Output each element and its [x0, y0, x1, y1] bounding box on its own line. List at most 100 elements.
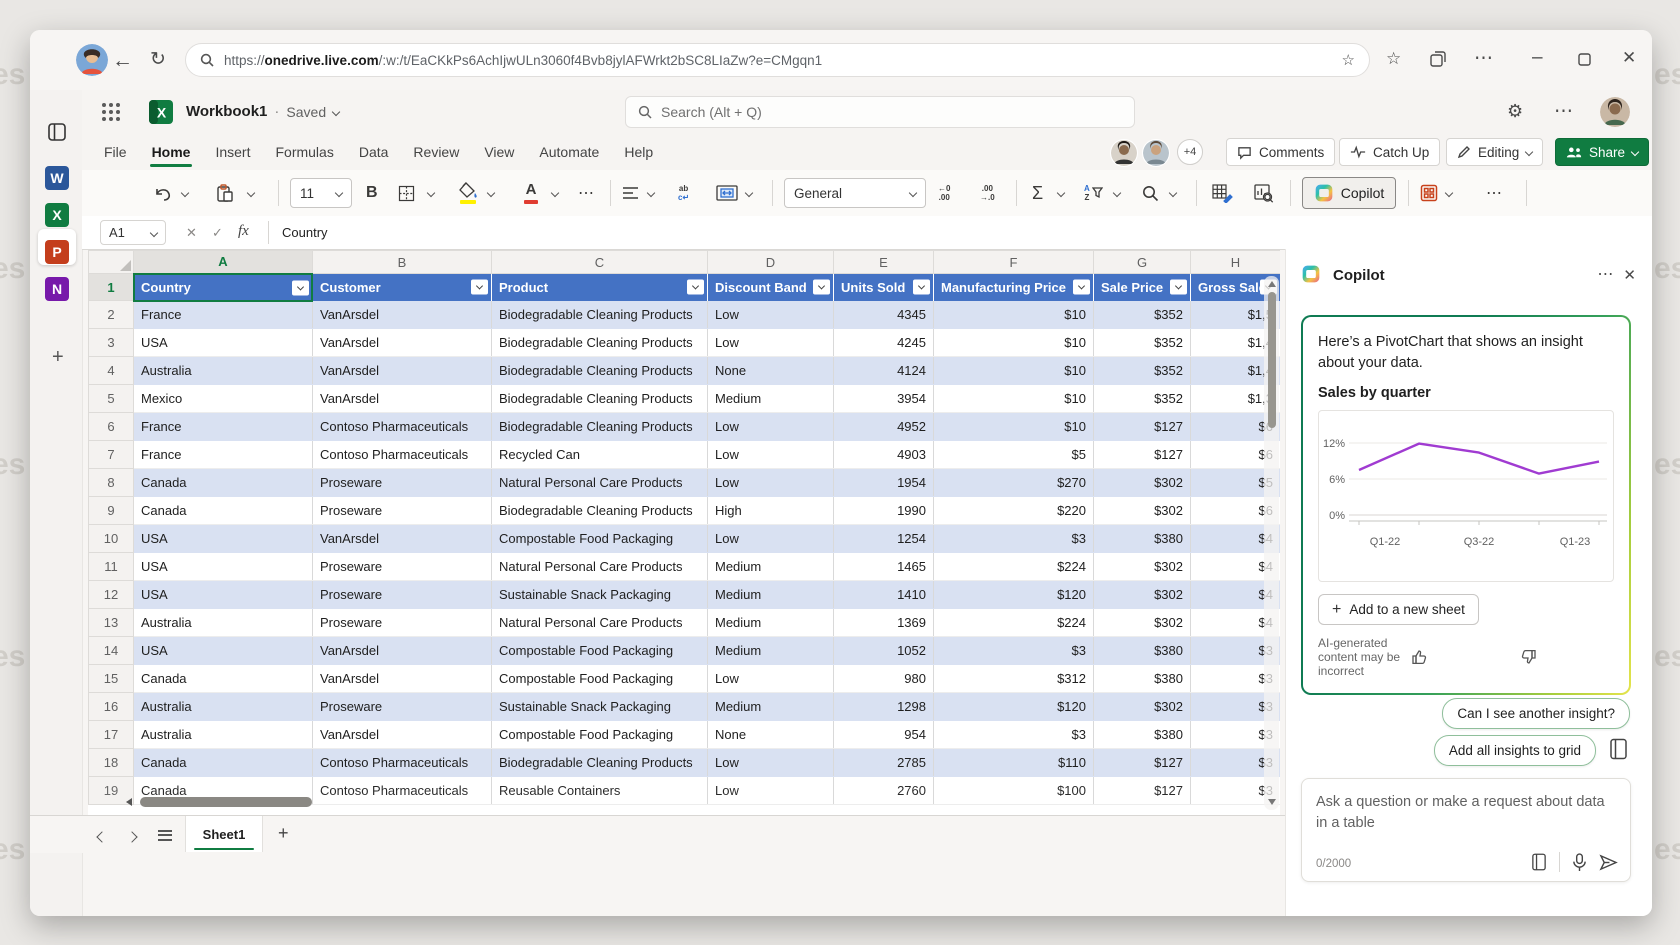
cell[interactable]: Compostable Food Packaging	[492, 721, 708, 749]
merge-center-button[interactable]	[716, 170, 738, 216]
table-header-cell[interactable]: Customer	[313, 274, 492, 301]
row-header-8[interactable]: 8	[89, 469, 134, 497]
workbook-title[interactable]: Workbook1	[186, 103, 267, 120]
cancel-entry-icon[interactable]: ✕	[186, 225, 197, 241]
row-header-15[interactable]: 15	[89, 665, 134, 693]
cell[interactable]: Reusable Containers	[492, 777, 708, 805]
cell[interactable]: Biodegradable Cleaning Products	[492, 385, 708, 413]
cell[interactable]: France	[134, 441, 313, 469]
tab-help[interactable]: Help	[622, 137, 655, 167]
tab-review[interactable]: Review	[411, 137, 461, 167]
cell[interactable]: 1052	[834, 637, 934, 665]
cell[interactable]: Biodegradable Cleaning Products	[492, 301, 708, 329]
cell[interactable]: 1465	[834, 553, 934, 581]
previous-sheet-icon[interactable]	[98, 828, 106, 846]
cell[interactable]: Biodegradable Cleaning Products	[492, 329, 708, 357]
autosum-chevron-icon[interactable]	[1058, 170, 1064, 216]
cell[interactable]: Canada	[134, 749, 313, 777]
cell[interactable]: Medium	[708, 385, 834, 413]
vertical-scrollbar[interactable]	[1264, 276, 1279, 810]
cell[interactable]: Low	[708, 749, 834, 777]
column-header-E[interactable]: E	[834, 251, 934, 274]
tab-automate[interactable]: Automate	[537, 137, 601, 167]
tab-formulas[interactable]: Formulas	[273, 137, 335, 167]
autosum-button[interactable]: Σ	[1032, 170, 1043, 216]
cell[interactable]: Biodegradable Cleaning Products	[492, 357, 708, 385]
cell[interactable]: $224	[934, 609, 1094, 637]
cell[interactable]: Compostable Food Packaging	[492, 525, 708, 553]
next-sheet-icon[interactable]	[128, 828, 136, 846]
scroll-down-arrow-icon[interactable]	[1268, 799, 1276, 805]
thumbs-down-icon[interactable]	[1521, 649, 1614, 665]
cell[interactable]: $10	[934, 329, 1094, 357]
row-header-13[interactable]: 13	[89, 609, 134, 637]
tab-data[interactable]: Data	[357, 137, 391, 167]
row-header-12[interactable]: 12	[89, 581, 134, 609]
cell[interactable]: None	[708, 721, 834, 749]
cell[interactable]: $302	[1094, 497, 1191, 525]
cell[interactable]: Contoso Pharmaceuticals	[313, 749, 492, 777]
toolbar-more-icon[interactable]: ⋯	[1486, 170, 1503, 216]
horizontal-scrollbar[interactable]	[126, 796, 366, 808]
sheet-tab-active[interactable]: Sheet1	[185, 816, 263, 852]
cell[interactable]: $302	[1094, 693, 1191, 721]
cell[interactable]: 4124	[834, 357, 934, 385]
filter-button[interactable]	[813, 280, 830, 295]
window-close-button[interactable]: ✕	[1622, 49, 1636, 66]
row-header-11[interactable]: 11	[89, 553, 134, 581]
number-format-select[interactable]: General	[784, 178, 926, 208]
table-row[interactable]: 15CanadaVanArsdelCompostable Food Packag…	[89, 665, 1281, 693]
cell[interactable]: $302	[1094, 469, 1191, 497]
account-avatar[interactable]	[1600, 97, 1630, 127]
cell[interactable]: VanArsdel	[313, 385, 492, 413]
row-header-7[interactable]: 7	[89, 441, 134, 469]
cell[interactable]: $127	[1094, 749, 1191, 777]
column-header-G[interactable]: G	[1094, 251, 1191, 274]
sort-filter-button[interactable]: AZ	[1084, 170, 1103, 216]
copilot-ribbon-button[interactable]: Copilot	[1302, 177, 1396, 209]
format-as-table-button[interactable]	[1420, 170, 1438, 216]
cell[interactable]: USA	[134, 525, 313, 553]
cell[interactable]: VanArsdel	[313, 329, 492, 357]
save-status[interactable]: Saved	[286, 104, 326, 120]
cell[interactable]: $302	[1094, 609, 1191, 637]
favorites-icon[interactable]: ☆	[1386, 50, 1401, 67]
undo-button[interactable]	[154, 170, 172, 216]
save-status-chevron-icon[interactable]	[332, 107, 340, 115]
rail-item-word[interactable]: W	[45, 166, 69, 190]
font-color-chevron-icon[interactable]	[552, 170, 558, 216]
cell[interactable]: $3	[934, 721, 1094, 749]
cell[interactable]: Medium	[708, 581, 834, 609]
table-row[interactable]: 14USAVanArsdelCompostable Food Packaging…	[89, 637, 1281, 665]
rail-sidebar-icon[interactable]	[47, 122, 67, 142]
table-row[interactable]: 2FranceVanArsdelBiodegradable Cleaning P…	[89, 301, 1281, 329]
copilot-suggestion-chip[interactable]: Add all insights to grid	[1434, 735, 1596, 766]
all-sheets-menu-icon[interactable]	[158, 827, 172, 843]
refresh-button[interactable]: ↻	[150, 50, 166, 69]
cell[interactable]: Biodegradable Cleaning Products	[492, 413, 708, 441]
column-header-A[interactable]: A	[134, 251, 313, 274]
table-row[interactable]: 13AustraliaProsewareNatural Personal Car…	[89, 609, 1281, 637]
cell[interactable]: 1954	[834, 469, 934, 497]
row-header-5[interactable]: 5	[89, 385, 134, 413]
copilot-panel-more-icon[interactable]: ⋯	[1597, 267, 1613, 283]
cell[interactable]: Proseware	[313, 469, 492, 497]
app-launcher-icon[interactable]	[102, 103, 120, 121]
cell[interactable]: $312	[934, 665, 1094, 693]
table-row[interactable]: 18CanadaContoso PharmaceuticalsBiodegrad…	[89, 749, 1281, 777]
table-row[interactable]: 6FranceContoso PharmaceuticalsBiodegrada…	[89, 413, 1281, 441]
formula-content[interactable]: Country	[282, 225, 328, 240]
cell[interactable]: Canada	[134, 497, 313, 525]
cell[interactable]: Low	[708, 777, 834, 805]
microphone-icon[interactable]	[1572, 853, 1587, 872]
clean-data-button[interactable]	[1212, 170, 1233, 216]
table-header-cell[interactable]: Discount Band	[708, 274, 834, 301]
cell[interactable]: 4903	[834, 441, 934, 469]
column-header-D[interactable]: D	[708, 251, 834, 274]
tab-insert[interactable]: Insert	[213, 137, 252, 167]
spreadsheet-grid[interactable]: ABCDEFGH1CountryCustomerProductDiscount …	[88, 250, 1280, 815]
row-header-6[interactable]: 6	[89, 413, 134, 441]
scroll-left-arrow-icon[interactable]	[126, 798, 132, 806]
cell[interactable]: Canada	[134, 469, 313, 497]
select-all-corner[interactable]	[89, 251, 134, 274]
